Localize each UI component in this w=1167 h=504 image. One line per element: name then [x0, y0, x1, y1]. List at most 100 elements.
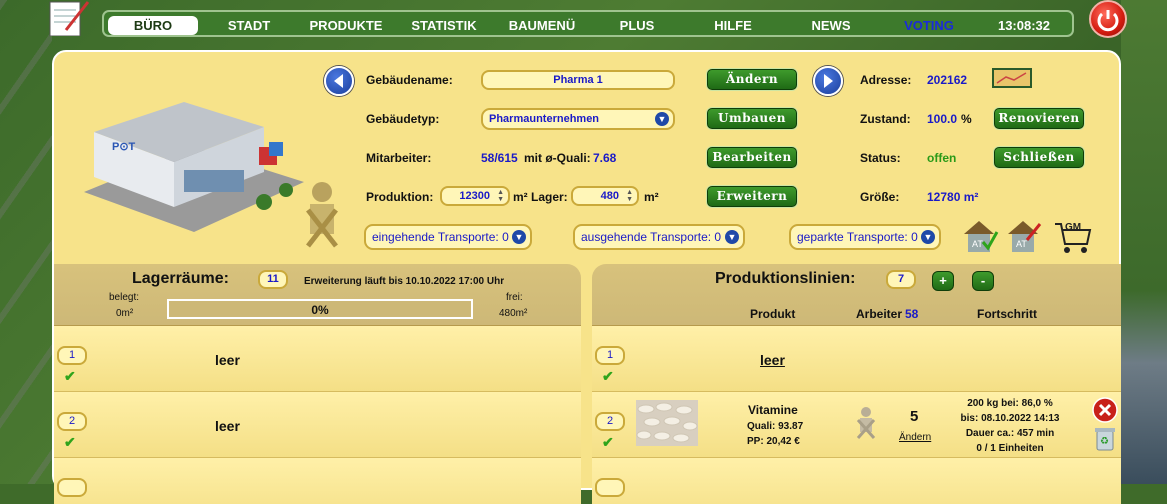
expand-button[interactable]: Erweitern: [707, 186, 797, 207]
storage-row-number: [57, 478, 87, 497]
size-text: 12780 m²: [927, 190, 979, 204]
parked-transports-text: geparkte Transporte: 0: [797, 230, 918, 244]
product-pp: PP: 20,42 €: [747, 436, 800, 447]
prev-building-icon[interactable]: [324, 66, 354, 96]
vitamin-image: [636, 400, 698, 446]
line-workers: 5: [910, 408, 919, 425]
production-row[interactable]: 2 ✔ Vitamine Quali: 93.87 PP: 20,42 € 5 …: [592, 392, 1121, 458]
rebuild-button[interactable]: Umbauen: [707, 108, 797, 129]
storage-progress-text: 0%: [311, 303, 329, 317]
tab-produkte[interactable]: PRODUKTE: [304, 16, 388, 35]
next-building-icon[interactable]: [813, 66, 843, 96]
production-unit: m²: [513, 190, 528, 204]
production-value: 12300: [459, 190, 490, 202]
house-check-icon[interactable]: AT: [961, 218, 999, 254]
worker-icon: [306, 182, 338, 248]
used-value: 0m²: [116, 308, 134, 319]
svg-text:♻: ♻: [1100, 436, 1109, 447]
check-icon: ✔: [64, 368, 76, 384]
change-workers-link[interactable]: Ändern: [899, 432, 931, 443]
workers-total: 58: [905, 307, 919, 321]
tab-baumenue[interactable]: BAUMENÜ: [502, 16, 582, 35]
tab-buero[interactable]: BÜRO: [108, 16, 198, 35]
storage-label: Lager:: [531, 190, 568, 204]
building-type-value: Pharmaunternehmen: [489, 113, 600, 125]
storage-row[interactable]: [54, 458, 581, 504]
storage-expansion-note: Erweiterung läuft bis 10.10.2022 17:00 U…: [304, 276, 505, 287]
renovate-button[interactable]: Renovieren: [994, 108, 1084, 129]
production-title: Produktionslinien:: [715, 270, 856, 287]
size-label: Größe:: [860, 190, 900, 204]
production-panel: Produktionslinien: 7 + - Produkt Arbeite…: [592, 264, 1121, 504]
free-label: frei:: [506, 292, 523, 303]
remove-line-button[interactable]: -: [972, 271, 994, 291]
chevron-down-icon: ▼: [921, 230, 935, 244]
tab-statistik[interactable]: STATISTIK: [404, 16, 484, 35]
size-value: 12780 m²: [927, 190, 978, 204]
production-label: Produktion:: [366, 190, 434, 204]
recycle-bin-icon[interactable]: ♻: [1094, 425, 1116, 451]
tab-plus[interactable]: PLUS: [604, 16, 670, 35]
free-value: 480m²: [499, 308, 528, 319]
production-header: Produktionslinien: 7 + - Produkt Arbeite…: [592, 264, 1121, 326]
close-building-button[interactable]: Schließen: [994, 147, 1084, 168]
shopping-cart-icon[interactable]: GM: [1053, 216, 1093, 256]
storage-panel: Lagerräume: 11 Erweiterung läuft bis 10.…: [54, 264, 581, 504]
svg-text:GM: GM: [1065, 222, 1081, 233]
map-edge: [1121, 0, 1167, 484]
power-icon[interactable]: [1089, 0, 1127, 38]
production-row-number: [595, 478, 625, 497]
spinner-arrows-icon[interactable]: ▲ ▼: [626, 189, 633, 203]
svg-text:AT: AT: [972, 239, 983, 249]
production-row-number: 2: [595, 412, 625, 431]
storage-count: 11: [258, 270, 288, 289]
status-label: Status:: [860, 151, 901, 165]
tab-voting[interactable]: VOTING: [894, 16, 964, 35]
condition-value: 100.0: [927, 112, 958, 126]
svg-text:AT: AT: [1016, 239, 1027, 249]
outgoing-transports-select[interactable]: ausgehende Transporte: 0 ▼: [573, 224, 745, 250]
parked-transports-select[interactable]: geparkte Transporte: 0 ▼: [789, 224, 941, 250]
production-row[interactable]: 1 ✔ leer: [592, 326, 1121, 392]
tab-stadt[interactable]: STADT: [214, 16, 284, 35]
map-icon[interactable]: [992, 68, 1032, 88]
staff-value: 58/615: [481, 151, 518, 165]
tab-hilfe[interactable]: HILFE: [700, 16, 766, 35]
production-row[interactable]: [592, 458, 1121, 504]
storage-row-text: leer: [215, 418, 240, 434]
condition-label: Zustand:: [860, 112, 911, 126]
storage-row-number: 2: [57, 412, 87, 431]
storage-row[interactable]: 2 ✔ leer: [54, 392, 581, 458]
condition-unit: %: [961, 112, 972, 126]
storage-row[interactable]: 1 ✔ leer: [54, 326, 581, 392]
building-image: P⊙T: [84, 102, 304, 232]
worker-icon: [856, 407, 876, 439]
product-name: Vitamine: [748, 403, 798, 417]
notepad-icon[interactable]: [46, 0, 90, 36]
tab-news[interactable]: NEWS: [796, 16, 866, 35]
outgoing-transports-text: ausgehende Transporte: 0: [581, 230, 722, 244]
production-row-number: 1: [595, 346, 625, 365]
cancel-icon[interactable]: [1092, 397, 1118, 423]
progress-until: bis: 08.10.2022 14:13: [960, 413, 1060, 424]
spinner-arrows-icon[interactable]: ▲ ▼: [497, 189, 504, 203]
storage-input[interactable]: 480 ▲ ▼: [571, 186, 639, 206]
edit-staff-button[interactable]: Bearbeiten: [707, 147, 797, 168]
progress-duration: Dauer ca.: 457 min: [965, 428, 1055, 439]
add-line-button[interactable]: +: [932, 271, 954, 291]
empty-line-link[interactable]: leer: [760, 352, 785, 368]
building-type-select[interactable]: Pharmaunternehmen ▼: [481, 108, 675, 130]
incoming-transports-text: eingehende Transporte: 0: [372, 230, 509, 244]
change-name-button[interactable]: Ändern: [707, 69, 797, 90]
production-input[interactable]: 12300 ▲ ▼: [440, 186, 510, 206]
house-arrow-icon[interactable]: AT: [1005, 218, 1043, 254]
quali-value: 7.68: [593, 151, 617, 165]
storage-unit: m²: [644, 190, 659, 204]
incoming-transports-select[interactable]: eingehende Transporte: 0 ▼: [364, 224, 532, 250]
building-name-label: Gebäudename:: [366, 73, 453, 87]
storage-title: Lagerräume:: [132, 270, 229, 287]
building-name-field[interactable]: Pharma 1: [481, 70, 675, 90]
check-icon: ✔: [602, 368, 614, 384]
clock: 13:08:32: [997, 18, 1051, 33]
column-workers: Arbeiter: [856, 307, 903, 321]
